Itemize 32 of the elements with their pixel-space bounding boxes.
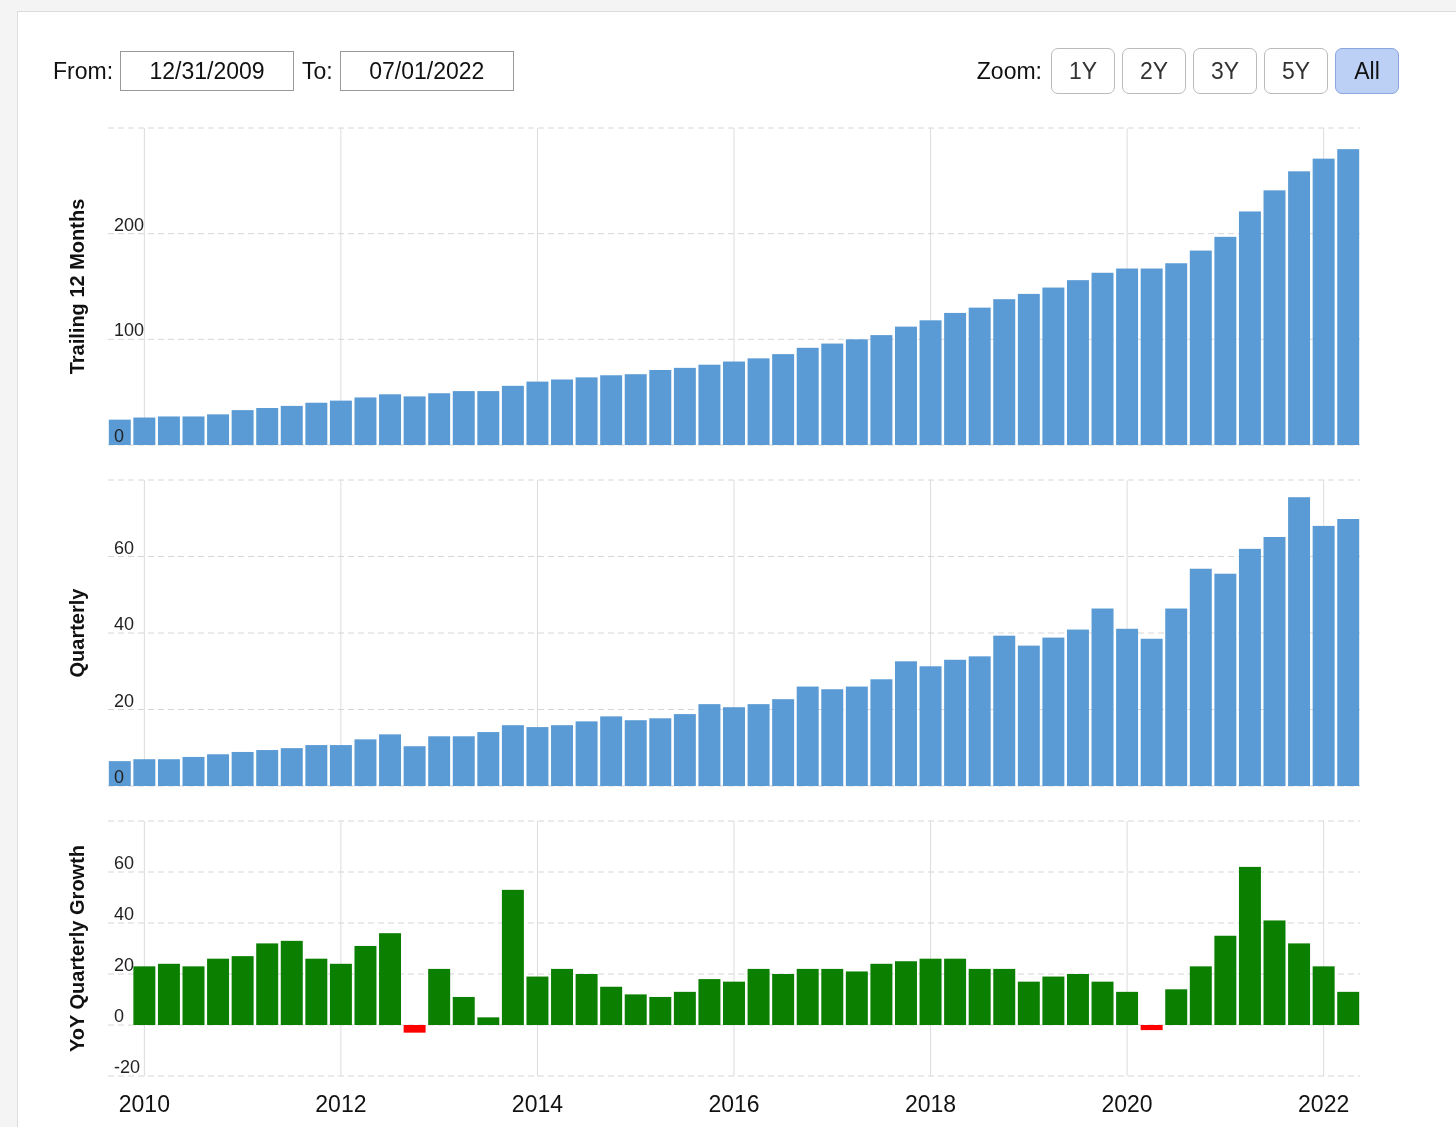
zoom-button[interactable]: All — [1335, 48, 1399, 94]
from-label: From: — [53, 57, 114, 85]
y-tick-label: 60 — [114, 853, 135, 873]
x-tick-label: 2020 — [1101, 1091, 1153, 1117]
y-tick-label: 100 — [114, 320, 145, 341]
y-tick-label: 40 — [114, 904, 135, 924]
x-tick-label: 2018 — [904, 1091, 957, 1117]
y-axis-title: Trailing 12 Months — [66, 198, 88, 375]
zoom-label: Zoom: — [976, 57, 1042, 85]
x-tick-label: 2010 — [118, 1091, 170, 1117]
y-tick-label: 200 — [114, 214, 145, 235]
y-tick-label: 20 — [114, 955, 135, 975]
to-label: To: — [302, 57, 333, 85]
y-tick-label: 0 — [114, 767, 124, 787]
zoom-button[interactable]: 3Y — [1193, 48, 1257, 94]
x-tick-label: 2014 — [511, 1091, 564, 1117]
x-tick-label: 2012 — [315, 1091, 367, 1117]
zoom-button[interactable]: 2Y — [1122, 48, 1186, 94]
y-tick-label: 0 — [114, 1006, 124, 1026]
y-tick-label: 60 — [114, 537, 135, 558]
y-tick-label: 20 — [114, 690, 135, 711]
to-date-field[interactable]: 07/01/2022 — [339, 51, 514, 91]
x-tick-label: 2022 — [1298, 1091, 1350, 1117]
y-axis-title: Quarterly — [66, 588, 88, 678]
zoom-button[interactable]: 1Y — [1051, 48, 1115, 94]
y-axis-title: YoY Quarterly Growth — [66, 844, 88, 1053]
x-tick-label: 2016 — [708, 1091, 760, 1117]
y-tick-label: 0 — [114, 426, 124, 446]
y-tick-label: 40 — [114, 614, 135, 634]
from-date-field[interactable]: 12/31/2009 — [120, 51, 295, 91]
y-tick-label: -20 — [114, 1057, 140, 1077]
zoom-button[interactable]: 5Y — [1264, 48, 1328, 94]
